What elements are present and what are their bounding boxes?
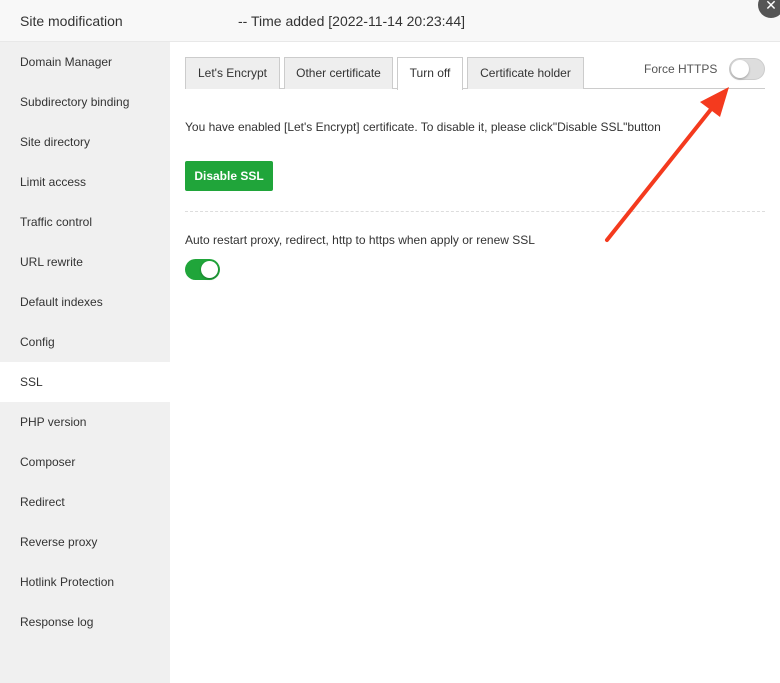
arrow-shaft	[605, 106, 714, 242]
arrow-head-icon	[700, 87, 729, 117]
annotation-arrow	[605, 87, 729, 242]
